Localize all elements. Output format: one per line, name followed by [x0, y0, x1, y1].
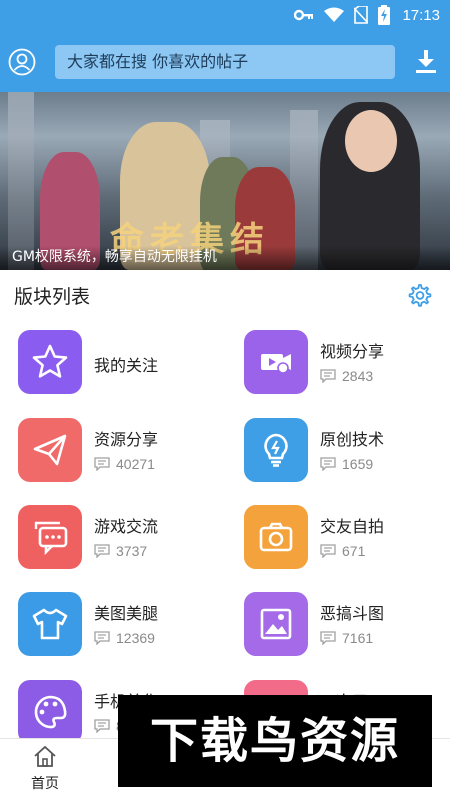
- board-name: 美图美腿: [94, 604, 159, 623]
- palette-icon: [34, 695, 67, 729]
- board-tile: [18, 330, 82, 394]
- board-item[interactable]: 交友自拍 671: [244, 505, 450, 571]
- board-item[interactable]: 视频分享 2843: [244, 330, 450, 396]
- board-item[interactable]: 原创技术 1659: [244, 418, 450, 484]
- board-tile: [244, 330, 308, 394]
- board-count-value: 7161: [342, 630, 374, 646]
- home-icon: [34, 745, 56, 767]
- board-tile: [18, 418, 82, 482]
- download-icon[interactable]: [416, 50, 436, 74]
- board-tile: [18, 592, 82, 656]
- board-tile: [18, 680, 82, 744]
- gear-icon[interactable]: [406, 282, 432, 308]
- avatar-icon[interactable]: [8, 48, 36, 76]
- board-item[interactable]: 游戏交流 3737: [18, 505, 228, 571]
- banner-face: [345, 110, 397, 172]
- key-icon: [294, 9, 314, 21]
- board-name: 视频分享: [320, 342, 385, 361]
- board-count-value: 1659: [342, 456, 374, 472]
- board-count: 2843: [320, 368, 373, 384]
- search-input[interactable]: 大家都在搜 你喜欢的帖子: [55, 45, 395, 79]
- board-count: 7161: [320, 630, 373, 646]
- board-count-value: 2843: [342, 368, 374, 384]
- board-count-value: 40271: [116, 456, 155, 472]
- comment-icon: [320, 544, 336, 558]
- picture-icon: [260, 608, 292, 640]
- board-count: 1659: [320, 456, 373, 472]
- board-count-value: 3737: [116, 543, 148, 559]
- comment-icon: [320, 631, 336, 645]
- tshirt-icon: [32, 608, 68, 640]
- nav-home[interactable]: 首页: [20, 745, 70, 797]
- board-count-value: 12369: [116, 630, 155, 646]
- status-time: 17:13: [402, 6, 440, 24]
- status-bar: 17:13: [0, 0, 450, 30]
- board-name: 恶搞斗图: [320, 604, 385, 623]
- board-item[interactable]: 美图美腿 12369: [18, 592, 228, 658]
- board-item[interactable]: 我的关注: [18, 330, 228, 396]
- comment-icon: [94, 631, 110, 645]
- comment-icon: [320, 369, 336, 383]
- board-count: 12369: [94, 630, 155, 646]
- lightbulb-icon: [264, 433, 288, 467]
- nav-home-label: 首页: [31, 776, 59, 792]
- header-bar: 大家都在搜 你喜欢的帖子: [0, 30, 450, 92]
- board-tile: [244, 592, 308, 656]
- wifi-icon: [324, 7, 345, 22]
- comment-icon: [320, 457, 336, 471]
- board-tile: [244, 418, 308, 482]
- paper-plane-icon: [33, 434, 67, 466]
- camera-icon: [259, 522, 293, 552]
- no-sim-icon: [354, 6, 369, 24]
- board-count: 3737: [94, 543, 147, 559]
- star-icon: [32, 344, 68, 378]
- section-title: 版块列表: [14, 286, 91, 308]
- board-name: 游戏交流: [94, 517, 159, 536]
- banner-caption: GM权限系统，畅享自动无限挂机: [0, 246, 450, 270]
- comment-icon: [94, 544, 110, 558]
- board-name: 交友自拍: [320, 517, 385, 536]
- watermark: 下载鸟资源: [118, 695, 432, 787]
- video-icon: [261, 354, 291, 374]
- board-tile: [18, 505, 82, 569]
- comment-icon: [94, 457, 110, 471]
- battery-charging-icon: [378, 5, 391, 25]
- board-count: 671: [320, 543, 365, 559]
- board-name: 原创技术: [320, 430, 385, 449]
- board-count: 40271: [94, 456, 155, 472]
- board-item[interactable]: 资源分享 40271: [18, 418, 228, 484]
- banner-pillar: [8, 92, 34, 270]
- comment-icon: [94, 719, 110, 733]
- board-item[interactable]: 恶搞斗图 7161: [244, 592, 450, 658]
- chat-icon: [34, 521, 68, 556]
- board-name: 资源分享: [94, 430, 159, 449]
- promo-banner[interactable]: 命老集结 GM权限系统，畅享自动无限挂机: [0, 92, 450, 270]
- board-tile: [244, 505, 308, 569]
- board-name: 我的关注: [94, 356, 159, 375]
- board-count-value: 671: [342, 543, 366, 559]
- status-icons: 17:13: [294, 5, 440, 25]
